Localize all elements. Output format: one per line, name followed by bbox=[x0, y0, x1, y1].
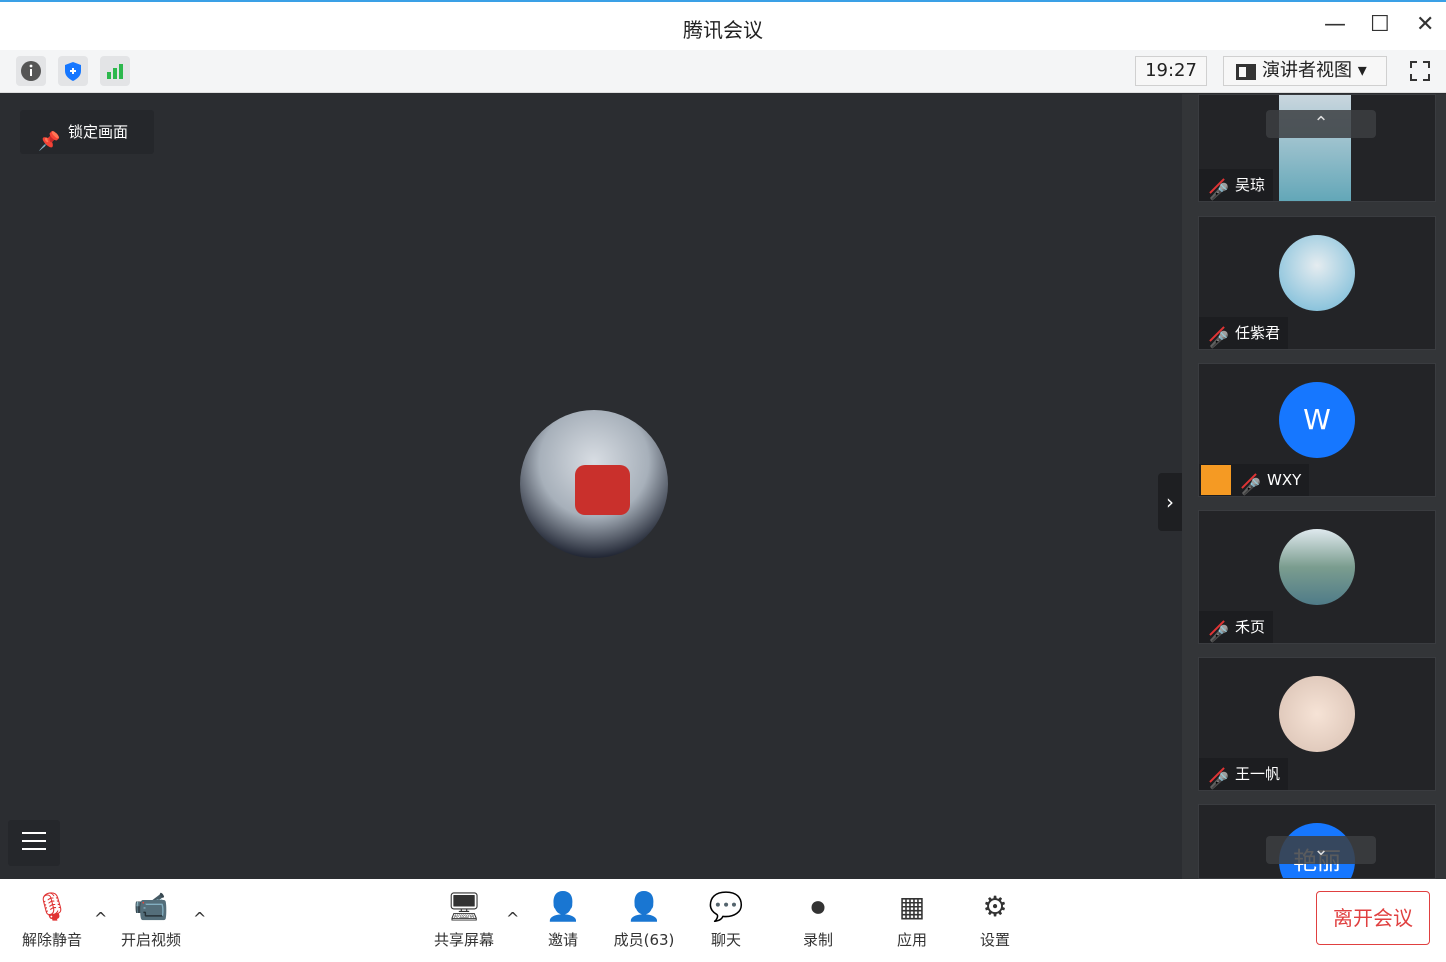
record-icon: ⏺ bbox=[810, 890, 825, 923]
unmute-button[interactable]: 🎙 解除静音 bbox=[18, 889, 86, 950]
security-shield-icon[interactable] bbox=[58, 56, 88, 86]
participant-name-tag: 🎤 禾页 bbox=[1199, 611, 1274, 643]
participant-tile[interactable]: 🎤 禾页 bbox=[1198, 510, 1436, 644]
video-off-icon: 📹 bbox=[133, 890, 169, 923]
maximize-button[interactable]: ☐ bbox=[1370, 12, 1390, 37]
close-button[interactable]: ✕ bbox=[1416, 12, 1434, 37]
minimize-button[interactable]: — bbox=[1324, 12, 1346, 37]
mic-muted-icon: 🎤 bbox=[1209, 176, 1229, 208]
avatar bbox=[1279, 676, 1355, 752]
mic-muted-icon: 🎤 bbox=[1209, 765, 1229, 797]
speaker-avatar bbox=[520, 410, 668, 558]
share-screen-button[interactable]: 🖥 共享屏幕 bbox=[430, 889, 498, 950]
apps-label: 应用 bbox=[896, 931, 927, 949]
participant-name: 王一帆 bbox=[1235, 765, 1281, 783]
view-mode-label: 演讲者视图 bbox=[1262, 60, 1352, 81]
participant-name: 禾页 bbox=[1235, 618, 1266, 636]
leave-meeting-button[interactable]: 离开会议 bbox=[1316, 891, 1430, 945]
info-icon[interactable] bbox=[16, 56, 46, 86]
apps-button[interactable]: ▦ 应用 bbox=[892, 889, 932, 950]
fullscreen-icon[interactable] bbox=[1405, 56, 1435, 86]
main-stage: 📌 锁定画面 bbox=[4, 94, 1182, 879]
add-user-icon: 👤 bbox=[545, 890, 581, 923]
dropdown-arrow-icon: ▾ bbox=[1357, 60, 1367, 81]
view-mode-dropdown[interactable]: 演讲者视图 ▾ bbox=[1223, 56, 1387, 86]
participant-tile[interactable]: W 🎤 WXY bbox=[1198, 363, 1436, 497]
lock-screen-label: 锁定画面 bbox=[68, 123, 129, 141]
title-bar: 腾讯会议 — ☐ ✕ bbox=[0, 0, 1446, 50]
apps-grid-icon: ▦ bbox=[898, 890, 926, 923]
unmute-label: 解除静音 bbox=[21, 931, 82, 949]
chat-button[interactable]: 💬 聊天 bbox=[706, 889, 746, 950]
avatar-figure bbox=[575, 465, 630, 515]
participant-name: 吴琼 bbox=[1235, 176, 1266, 194]
members-button[interactable]: 👤 成员(63) bbox=[612, 889, 676, 950]
participant-name-tag: 🎤 任紫君 bbox=[1199, 317, 1289, 349]
avatar bbox=[1279, 529, 1355, 605]
participant-name: 任紫君 bbox=[1235, 324, 1281, 342]
collapse-sidebar-button[interactable]: › bbox=[1158, 473, 1182, 531]
layout-icon bbox=[1236, 64, 1256, 80]
mic-muted-icon: 🎤 bbox=[1241, 471, 1261, 503]
mic-off-icon: 🎙 bbox=[34, 890, 70, 923]
status-bar: 19:27 演讲者视图 ▾ bbox=[0, 50, 1446, 93]
share-screen-label: 共享屏幕 bbox=[433, 931, 494, 949]
meeting-timer: 19:27 bbox=[1135, 56, 1207, 86]
participant-name-tag: 🎤 吴琼 bbox=[1199, 169, 1274, 201]
participant-name-tag: 🎤 王一帆 bbox=[1199, 758, 1289, 790]
bottom-toolbar: 🎙 解除静音 ^ 📹 开启视频 ^ 🖥 共享屏幕 ^ 👤 邀请 👤 成员(63) 💬 聊天 ⏺ 录制 ▦ 应用 ⚙ 设置… bbox=[0, 879, 1446, 962]
participant-name: WXY bbox=[1267, 471, 1302, 489]
window-title: 腾讯会议 bbox=[683, 18, 763, 42]
list-menu-icon[interactable] bbox=[8, 820, 60, 866]
audio-options-caret-icon[interactable]: ^ bbox=[94, 909, 107, 928]
participant-name-tag: 🎤 WXY bbox=[1199, 464, 1310, 496]
scroll-down-button[interactable]: ⌄ bbox=[1266, 836, 1376, 864]
video-options-caret-icon[interactable]: ^ bbox=[193, 909, 206, 928]
participant-tile[interactable]: 🎤 王一帆 bbox=[1198, 657, 1436, 791]
settings-label: 设置 bbox=[979, 931, 1010, 949]
record-button[interactable]: ⏺ 录制 bbox=[798, 889, 838, 950]
network-signal-icon[interactable] bbox=[100, 56, 130, 86]
avatar: W bbox=[1279, 382, 1355, 458]
members-label: 成员(63) bbox=[613, 931, 675, 949]
share-screen-icon: 🖥 bbox=[446, 890, 482, 923]
pin-icon: 📌 bbox=[38, 131, 61, 152]
invite-label: 邀请 bbox=[547, 931, 578, 949]
chat-label: 聊天 bbox=[710, 931, 741, 949]
start-video-label: 开启视频 bbox=[120, 931, 181, 949]
lock-screen-button[interactable]: 📌 锁定画面 bbox=[20, 110, 154, 154]
gear-icon: ⚙ bbox=[982, 890, 1008, 923]
chat-icon: 💬 bbox=[708, 890, 744, 923]
settings-button[interactable]: ⚙ 设置 bbox=[975, 889, 1015, 950]
record-label: 录制 bbox=[802, 931, 833, 949]
host-badge-icon bbox=[1201, 465, 1231, 495]
scroll-up-button[interactable]: ⌃ bbox=[1266, 110, 1376, 138]
invite-button[interactable]: 👤 邀请 bbox=[540, 889, 586, 950]
start-video-button[interactable]: 📹 开启视频 bbox=[116, 889, 186, 950]
share-options-caret-icon[interactable]: ^ bbox=[506, 909, 519, 928]
avatar bbox=[1279, 235, 1355, 311]
mic-muted-icon: 🎤 bbox=[1209, 618, 1229, 650]
participant-tile[interactable]: 🎤 任紫君 bbox=[1198, 216, 1436, 350]
mic-muted-icon: 🎤 bbox=[1209, 324, 1229, 356]
members-icon: 👤 bbox=[626, 890, 662, 923]
